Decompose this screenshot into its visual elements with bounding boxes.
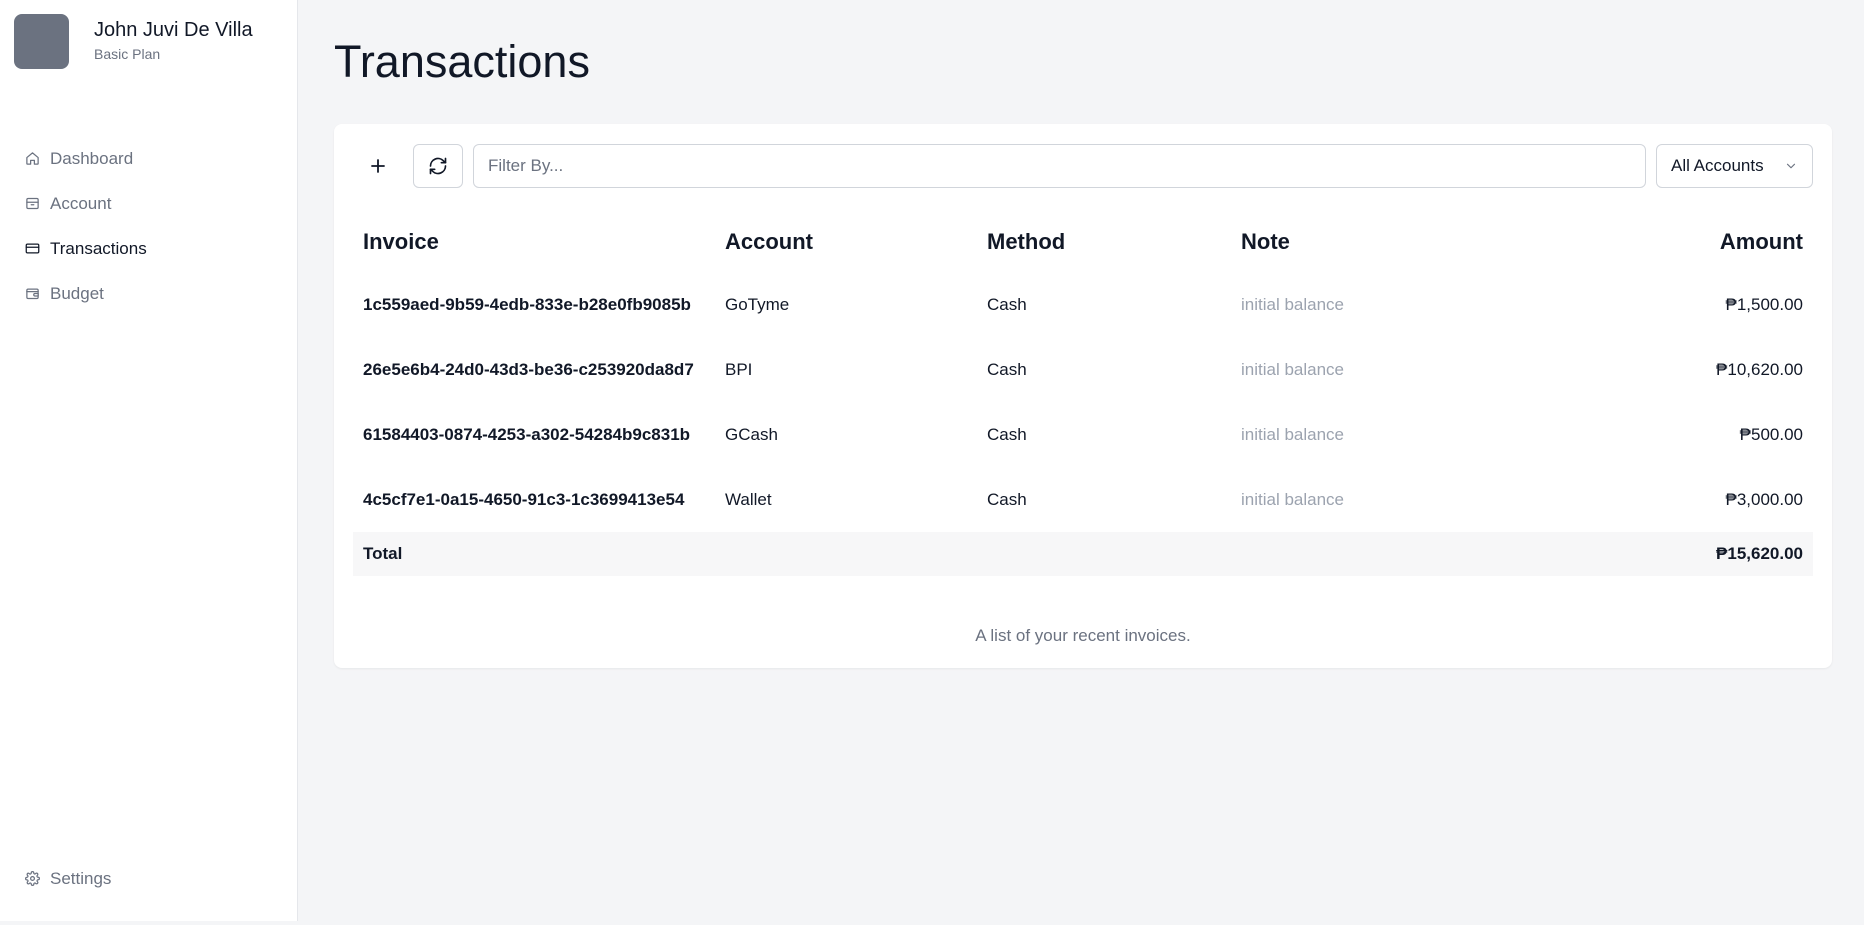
invoice-id: 26e5e6b4-24d0-43d3-be36-c253920da8d7	[363, 359, 694, 379]
sidebar-item-dashboard[interactable]: Dashboard	[0, 136, 297, 181]
note-cell: initial balance	[1241, 359, 1345, 379]
refresh-button[interactable]	[413, 144, 463, 188]
account-cell: Wallet	[725, 489, 772, 509]
table-row[interactable]: 61584403-0874-4253-a302-54284b9c831b GCa…	[353, 402, 1813, 467]
user-plan: Basic Plan	[94, 46, 161, 62]
note-cell: initial balance	[1241, 424, 1345, 444]
column-header-note[interactable]: Note	[1231, 212, 1571, 272]
home-icon	[24, 151, 40, 167]
amount-cell: ₱500.00	[1739, 424, 1803, 444]
total-label: Total	[353, 532, 715, 576]
method-cell: Cash	[987, 294, 1027, 314]
user-profile[interactable]: John Juvi De Villa Basic Plan	[14, 14, 253, 69]
table-row[interactable]: 26e5e6b4-24d0-43d3-be36-c253920da8d7 BPI…	[353, 337, 1813, 402]
plus-icon	[371, 159, 385, 173]
method-cell: Cash	[987, 489, 1027, 509]
note-cell: initial balance	[1241, 489, 1345, 509]
column-header-account[interactable]: Account	[715, 212, 977, 272]
total-row: Total ₱15,620.00	[353, 532, 1813, 576]
sidebar-item-budget[interactable]: Budget	[0, 271, 297, 316]
invoice-id: 1c559aed-9b59-4edb-833e-b28e0fb9085b	[363, 294, 691, 314]
transactions-card: All Accounts Invoice Account Method Note…	[334, 124, 1832, 668]
invoice-id: 4c5cf7e1-0a15-4650-91c3-1c3699413e54	[363, 489, 685, 509]
sidebar: John Juvi De Villa Basic Plan Dashboard …	[0, 0, 298, 921]
invoice-id: 61584403-0874-4253-a302-54284b9c831b	[363, 424, 691, 444]
credit-card-icon	[24, 241, 40, 257]
total-amount: ₱15,620.00	[1571, 532, 1813, 576]
sidebar-item-settings[interactable]: Settings	[0, 856, 297, 901]
column-header-method[interactable]: Method	[977, 212, 1231, 272]
account-filter-select[interactable]: All Accounts	[1656, 144, 1813, 188]
note-cell: initial balance	[1241, 294, 1345, 314]
sidebar-nav: Dashboard Account Transactions Budget	[0, 136, 297, 316]
account-cell: GCash	[725, 424, 778, 444]
filter-input[interactable]	[473, 144, 1646, 188]
amount-cell: ₱10,620.00	[1716, 359, 1803, 379]
refresh-icon	[429, 157, 447, 175]
archive-icon	[24, 196, 40, 212]
transactions-table: Invoice Account Method Note Amount 1c559…	[353, 212, 1813, 576]
amount-cell: ₱3,000.00	[1725, 489, 1803, 509]
sidebar-item-label: Settings	[50, 868, 112, 888]
column-header-amount[interactable]: Amount	[1571, 212, 1813, 272]
method-cell: Cash	[987, 424, 1027, 444]
toolbar: All Accounts	[353, 144, 1813, 188]
sidebar-item-label: Budget	[50, 283, 104, 303]
column-header-invoice[interactable]: Invoice	[353, 212, 715, 272]
avatar	[14, 14, 69, 69]
account-filter-value: All Accounts	[1671, 156, 1764, 175]
gear-icon	[24, 871, 40, 887]
chevron-down-icon	[1786, 163, 1796, 169]
user-name: John Juvi De Villa	[94, 19, 253, 41]
sidebar-item-transactions[interactable]: Transactions	[0, 226, 297, 271]
method-cell: Cash	[987, 359, 1027, 379]
sidebar-item-account[interactable]: Account	[0, 181, 297, 226]
page-title: Transactions	[334, 36, 590, 87]
table-row[interactable]: 1c559aed-9b59-4edb-833e-b28e0fb9085b GoT…	[353, 272, 1813, 337]
account-cell: GoTyme	[725, 294, 790, 314]
sidebar-item-label: Account	[50, 193, 112, 213]
amount-cell: ₱1,500.00	[1725, 294, 1803, 314]
wallet-icon	[24, 286, 40, 302]
sidebar-item-label: Dashboard	[50, 148, 134, 168]
table-caption: A list of your recent invoices.	[975, 626, 1191, 645]
add-transaction-button[interactable]	[353, 144, 403, 188]
account-cell: BPI	[725, 359, 753, 379]
table-row[interactable]: 4c5cf7e1-0a15-4650-91c3-1c3699413e54 Wal…	[353, 467, 1813, 532]
table-header-row: Invoice Account Method Note Amount	[353, 212, 1813, 272]
sidebar-item-label: Transactions	[50, 238, 147, 258]
